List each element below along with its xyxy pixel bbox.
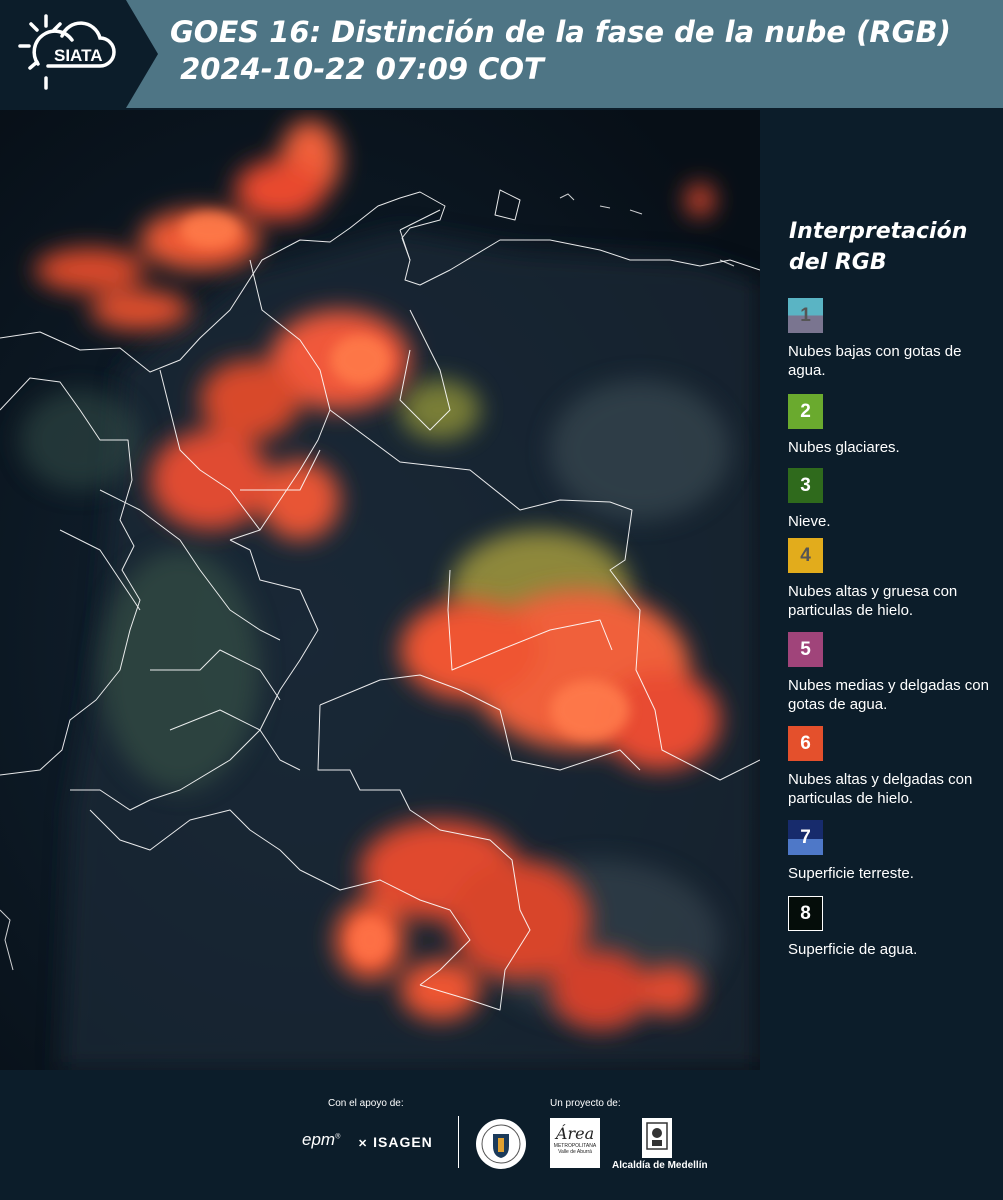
legend-swatch-4: 4	[788, 538, 823, 573]
legend-item-2: 2 Nubes glaciares.	[788, 394, 998, 457]
title-line1: GOES 16: Distinción de la fase de la nub…	[170, 15, 951, 49]
area-metropolitana-logo: Área METROPOLITANA Valle de Aburrá	[550, 1118, 600, 1168]
legend-swatch-6: 6	[788, 726, 823, 761]
satellite-map-image	[0, 110, 760, 1070]
legend-number-7: 7	[800, 826, 811, 848]
legend-label-8: Superficie de agua.	[788, 941, 918, 958]
legend-item-3: 3 Nieve.	[788, 468, 998, 531]
legend-panel: Interpretación del RGB 1 Nubes bajas con…	[760, 110, 1003, 1070]
partner1-line2: Valle de Aburrá	[558, 1149, 592, 1155]
legend-swatch-7: 7	[788, 820, 823, 855]
siata-logo: SIATA	[0, 0, 158, 108]
alcaldia-label: Alcaldía de Medellín	[612, 1160, 708, 1171]
legend-item-5: 5 Nubes medias y delgadas con gotas de a…	[788, 632, 998, 714]
medellin-shield-icon	[642, 1118, 672, 1158]
legend-swatch-3: 3	[788, 468, 823, 503]
legend-swatch-8: 8	[788, 896, 823, 931]
isagen-text: ISAGEN	[373, 1134, 433, 1150]
legend-number-6: 6	[800, 732, 811, 754]
title-line2: 2024-10-22 07:09 COT	[170, 52, 544, 86]
legend-title: Interpretación del RGB	[789, 219, 968, 275]
legend-item-7: 7 Superficie terreste.	[788, 820, 998, 883]
header-bar: SIATA GOES 16: Distinción de la fase de …	[0, 0, 1003, 108]
legend-label-7: Superficie terreste.	[788, 865, 914, 882]
legend-item-1: 1 Nubes bajas con gotas de agua.	[788, 298, 998, 380]
project-label: Un proyecto de:	[550, 1098, 621, 1109]
svg-text:SIATA: SIATA	[54, 46, 102, 65]
support-label: Con el apoyo de:	[328, 1098, 404, 1109]
legend-number-3: 3	[800, 474, 811, 496]
legend-swatch-1: 1	[788, 298, 823, 333]
page-title: GOES 16: Distinción de la fase de la nub…	[170, 14, 951, 88]
legend-number-8: 8	[800, 902, 811, 924]
legend-label-4: Nubes altas y gruesa con particulas de h…	[788, 583, 958, 619]
legend-label-2: Nubes glaciares.	[788, 439, 900, 456]
legend-item-4: 4 Nubes altas y gruesa con particulas de…	[788, 538, 998, 620]
epm-text: epm	[302, 1130, 336, 1149]
legend-number-2: 2	[800, 400, 811, 422]
legend-label-1: Nubes bajas con gotas de agua.	[788, 343, 962, 379]
legend-swatch-2: 2	[788, 394, 823, 429]
footer-divider	[458, 1116, 459, 1168]
legend-item-6: 6 Nubes altas y delgadas con particulas …	[788, 726, 998, 808]
isagen-logo: ✕ ISAGEN	[358, 1134, 433, 1150]
legend-item-8: 8 Superficie de agua.	[788, 896, 998, 959]
footer: Con el apoyo de: Un proyecto de: epm® ✕ …	[0, 1070, 1003, 1200]
legend-number-5: 5	[800, 638, 811, 660]
legend-label-6: Nubes altas y delgadas con particulas de…	[788, 771, 973, 807]
isagen-icon: ✕	[358, 1138, 369, 1150]
legend-swatch-5: 5	[788, 632, 823, 667]
legend-label-3: Nieve.	[788, 513, 831, 530]
university-seal-icon	[476, 1119, 526, 1169]
legend-label-5: Nubes medias y delgadas con gotas de agu…	[788, 677, 989, 713]
satellite-map	[0, 110, 760, 1070]
legend-number-1: 1	[800, 304, 811, 326]
epm-logo: epm®	[302, 1130, 341, 1149]
legend-number-4: 4	[800, 544, 811, 566]
